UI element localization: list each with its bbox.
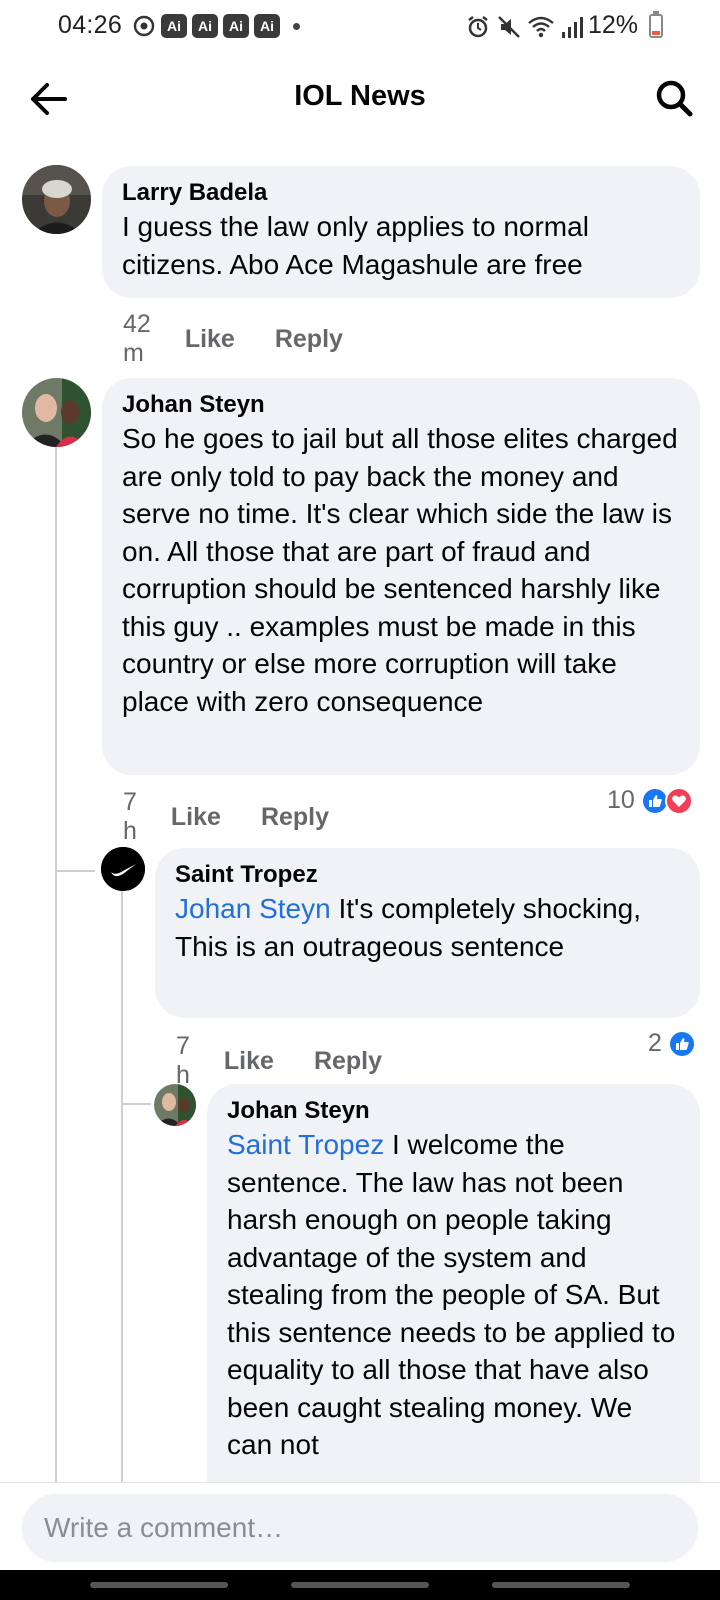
- mention-link[interactable]: Saint Tropez: [227, 1129, 384, 1160]
- ai-badge-icon: Ai: [223, 14, 249, 38]
- thread-line: [121, 876, 123, 1482]
- avatar[interactable]: [101, 847, 145, 891]
- status-time: 04:26: [58, 11, 123, 39]
- ai-badge-icon: Ai: [192, 14, 218, 38]
- comment-bubble[interactable]: Johan Steyn Saint Tropez I welcome the s…: [207, 1084, 700, 1504]
- nav-recents-button[interactable]: [90, 1582, 228, 1588]
- wifi-icon: [528, 16, 554, 38]
- comment-bubble[interactable]: Larry Badela I guess the law only applie…: [102, 166, 700, 298]
- status-bar: 04:26 Ai Ai Ai Ai 12%: [0, 0, 720, 56]
- comment-text: I guess the law only applies to normal c…: [122, 211, 589, 280]
- comment-actions: 42 m Like Reply: [123, 310, 343, 368]
- comment-input[interactable]: [22, 1494, 698, 1562]
- love-reaction-icon: [664, 786, 693, 815]
- page-header: IOL News: [0, 60, 720, 136]
- search-button[interactable]: [650, 74, 698, 122]
- like-button[interactable]: Like: [224, 1047, 274, 1076]
- comment-author[interactable]: Saint Tropez: [175, 860, 680, 890]
- ai-badge-icon: Ai: [254, 14, 280, 38]
- comment-body: I welcome the sentence. The law has not …: [227, 1129, 676, 1460]
- comment-bubble[interactable]: Saint Tropez Johan Steyn It's completely…: [155, 848, 700, 1018]
- thread-line: [121, 1103, 151, 1105]
- comment-text: Saint Tropez I welcome the sentence. The…: [227, 1126, 680, 1464]
- reply-button[interactable]: Reply: [261, 803, 329, 832]
- page-title: IOL News: [294, 80, 426, 112]
- nav-home-button[interactable]: [291, 1582, 429, 1588]
- comment-time[interactable]: 42 m: [123, 310, 151, 368]
- reactions-summary[interactable]: 2: [648, 1029, 696, 1058]
- search-icon: [656, 80, 693, 117]
- battery-percent: 12%: [588, 11, 639, 39]
- reply-button[interactable]: Reply: [314, 1047, 382, 1076]
- comment-author[interactable]: Larry Badela: [122, 178, 680, 208]
- system-icons: [465, 14, 584, 40]
- comment-bubble[interactable]: Johan Steyn So he goes to jail but all t…: [102, 378, 700, 775]
- like-reaction-icon: [667, 1029, 696, 1058]
- mute-icon: [498, 16, 520, 38]
- reaction-count: 2: [648, 1029, 662, 1057]
- sync-icon: [133, 15, 155, 37]
- ai-badge-icon: Ai: [161, 14, 187, 38]
- comment-actions: 7 h Like Reply: [123, 788, 329, 846]
- battery-icon: [649, 11, 663, 38]
- avatar[interactable]: [22, 165, 91, 234]
- comment-text: Johan Steyn It's completely shocking, Th…: [175, 890, 680, 965]
- alarm-icon: [468, 16, 488, 38]
- avatar[interactable]: [22, 378, 91, 447]
- comment-author[interactable]: Johan Steyn: [122, 390, 680, 420]
- like-button[interactable]: Like: [185, 325, 235, 354]
- comment-author[interactable]: Johan Steyn: [227, 1096, 680, 1126]
- reactions-summary[interactable]: 10: [607, 786, 693, 815]
- comment-time[interactable]: 7 h: [176, 1032, 190, 1090]
- comment-time[interactable]: 7 h: [123, 788, 137, 846]
- thread-line: [55, 440, 57, 1482]
- reaction-count: 10: [607, 786, 635, 814]
- more-notifications-dot: [293, 22, 300, 30]
- comment-text: So he goes to jail but all those elites …: [122, 423, 678, 717]
- avatar[interactable]: [154, 1084, 196, 1126]
- comment-actions: 7 h Like Reply: [176, 1032, 382, 1090]
- notification-icons: Ai Ai Ai Ai: [132, 14, 300, 38]
- mention-link[interactable]: Johan Steyn: [175, 893, 331, 924]
- thread-line: [55, 870, 95, 872]
- comment-composer-bar: [0, 1482, 720, 1570]
- comment-composer[interactable]: [22, 1494, 698, 1562]
- system-nav-bar: [0, 1570, 720, 1600]
- like-button[interactable]: Like: [171, 803, 221, 832]
- reply-button[interactable]: Reply: [275, 325, 343, 354]
- signal-icon: [562, 17, 583, 38]
- nav-back-button[interactable]: [492, 1582, 630, 1588]
